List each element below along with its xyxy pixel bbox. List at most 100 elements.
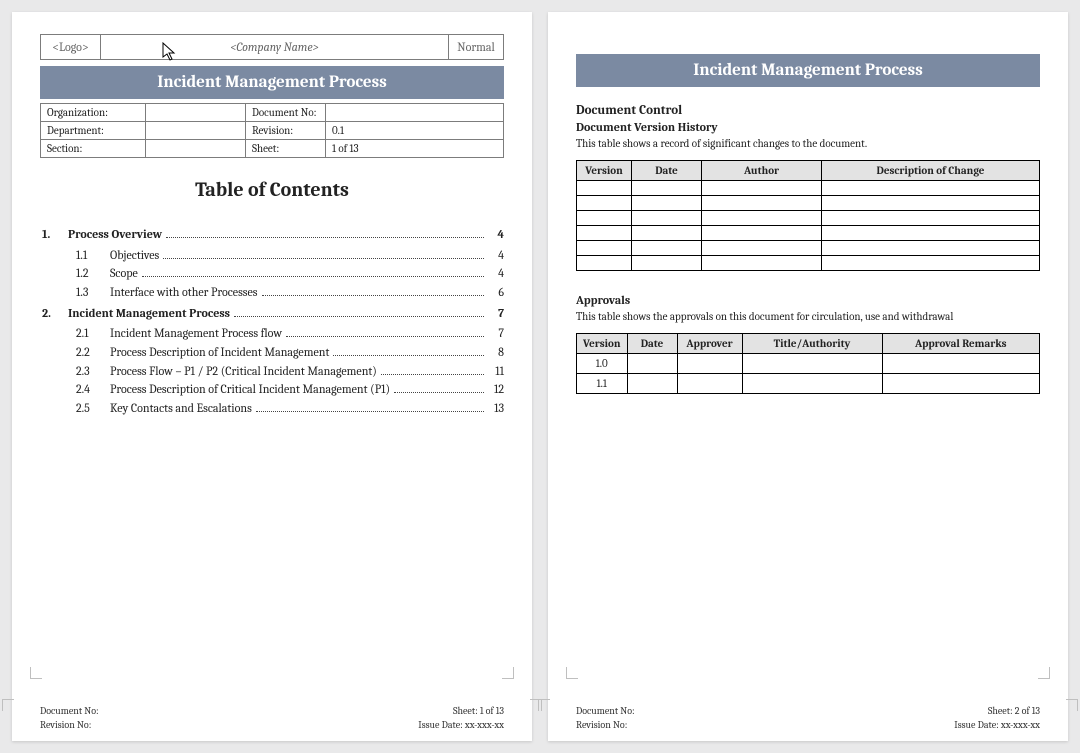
- document-viewport: <Logo> <Company Name> Normal Incident Ma…: [0, 0, 1080, 753]
- footer-revno: Revision No:: [40, 719, 272, 731]
- crop-mark: [502, 667, 514, 679]
- toc-number: 2.5: [76, 399, 110, 418]
- toc-page: 11: [488, 362, 504, 381]
- sheet-label: Sheet:: [246, 140, 326, 158]
- cell: [577, 211, 632, 226]
- toc-label: Process Description of Critical Incident…: [110, 380, 390, 399]
- crop-mark: [1038, 667, 1050, 679]
- toc-number: 1.: [40, 223, 68, 246]
- toc-label: Process Description of Incident Manageme…: [110, 343, 329, 362]
- sheet-value: 1 of 13: [326, 140, 504, 158]
- cell: [742, 354, 882, 374]
- cell: [632, 226, 702, 241]
- crop-mark: [2, 699, 14, 711]
- toc-row: 1.1Objectives 4: [40, 246, 504, 265]
- column-header: Date: [632, 161, 702, 181]
- cell: [632, 211, 702, 226]
- toc-leader: [163, 258, 484, 259]
- toc-label: Interface with other Processes: [110, 283, 258, 302]
- docno-label: Document No:: [246, 104, 326, 122]
- toc-label: Key Contacts and Escalations: [110, 399, 252, 418]
- toc-row: 2.4Process Description of Critical Incid…: [40, 380, 504, 399]
- approvals-heading: Approvals: [576, 293, 1040, 307]
- column-header: Title/Authority: [742, 334, 882, 354]
- cell: [577, 226, 632, 241]
- cell: [822, 226, 1040, 241]
- table-row: [577, 256, 1040, 271]
- toc-label: Objectives: [110, 246, 159, 265]
- footer-sheet: Sheet: 2 of 13: [808, 705, 1040, 717]
- toc-page: 4: [488, 246, 504, 265]
- table-row: [577, 226, 1040, 241]
- table-of-contents: 1.Process Overview41.1Objectives41.2Scop…: [40, 223, 504, 417]
- column-header: Date: [627, 334, 677, 354]
- logo-cell: <Logo>: [41, 35, 101, 60]
- toc-leader: [394, 392, 484, 393]
- docno-value: [326, 104, 504, 122]
- column-header: Approver: [677, 334, 742, 354]
- toc-label: Process Flow – P1 / P2 (Critical Inciden…: [110, 362, 377, 381]
- cell: [822, 256, 1040, 271]
- cell: [632, 196, 702, 211]
- toc-leader: [381, 374, 484, 375]
- toc-row: 2.1Incident Management Process flow7: [40, 324, 504, 343]
- column-header: Author: [702, 161, 822, 181]
- title-bar: Incident Management Process: [40, 66, 504, 99]
- crop-mark: [30, 667, 42, 679]
- cell: 1.0: [577, 354, 628, 374]
- dept-label: Department:: [41, 122, 146, 140]
- footer-docno: Document No:: [576, 705, 808, 717]
- sect-label: Section:: [41, 140, 146, 158]
- rev-value: 0.1: [326, 122, 504, 140]
- header-logo-table: <Logo> <Company Name> Normal: [40, 34, 504, 60]
- cell: [822, 181, 1040, 196]
- page-1: <Logo> <Company Name> Normal Incident Ma…: [12, 12, 532, 741]
- footer-revno: Revision No:: [576, 719, 808, 731]
- toc-row: 2.5Key Contacts and Escalations13: [40, 399, 504, 418]
- approvals-caption: This table shows the approvals on this d…: [576, 310, 1040, 323]
- cell: [702, 196, 822, 211]
- toc-label: Process Overview: [68, 223, 162, 246]
- version-history-table: VersionDateAuthorDescription of Change: [576, 160, 1040, 271]
- cell: [742, 374, 882, 394]
- cell: [822, 211, 1040, 226]
- cell: [822, 196, 1040, 211]
- page-2: Incident Management Process Document Con…: [548, 12, 1068, 741]
- column-header: Approval Remarks: [882, 334, 1040, 354]
- toc-number: 1.3: [76, 283, 110, 302]
- org-value: [146, 104, 246, 122]
- cell: [702, 211, 822, 226]
- toc-number: 2.2: [76, 343, 110, 362]
- cell: [577, 196, 632, 211]
- toc-page: 8: [488, 343, 504, 362]
- toc-number: 2.3: [76, 362, 110, 381]
- column-header: Description of Change: [822, 161, 1040, 181]
- toc-row: 2.2Process Description of Incident Manag…: [40, 343, 504, 362]
- footer-docno: Document No:: [40, 705, 272, 717]
- cell: [627, 374, 677, 394]
- table-row: 1.1: [577, 374, 1040, 394]
- toc-number: 1.1: [76, 246, 110, 265]
- cell: 1.1: [577, 374, 628, 394]
- cell: [702, 256, 822, 271]
- toc-heading: Table of Contents: [40, 178, 504, 201]
- toc-page: 7: [488, 324, 504, 343]
- toc-label: Incident Management Process flow: [110, 324, 282, 343]
- doc-control-heading: Document Control: [576, 103, 1040, 118]
- rev-label: Revision:: [246, 122, 326, 140]
- toc-row: 2.Incident Management Process7: [40, 302, 504, 325]
- version-history-heading: Document Version History: [576, 120, 1040, 134]
- toc-number: 1.2: [76, 264, 110, 283]
- toc-page: 6: [488, 283, 504, 302]
- toc-page: 12: [488, 380, 504, 399]
- approvals-table: VersionDateApproverTitle/AuthorityApprov…: [576, 333, 1040, 394]
- version-history-caption: This table shows a record of significant…: [576, 137, 1040, 150]
- cell: [577, 181, 632, 196]
- cell: [677, 374, 742, 394]
- table-row: [577, 181, 1040, 196]
- toc-page: 4: [488, 264, 504, 283]
- company-cell: <Company Name>: [101, 35, 449, 60]
- cell: [702, 181, 822, 196]
- table-row: 1.0: [577, 354, 1040, 374]
- cell: [632, 256, 702, 271]
